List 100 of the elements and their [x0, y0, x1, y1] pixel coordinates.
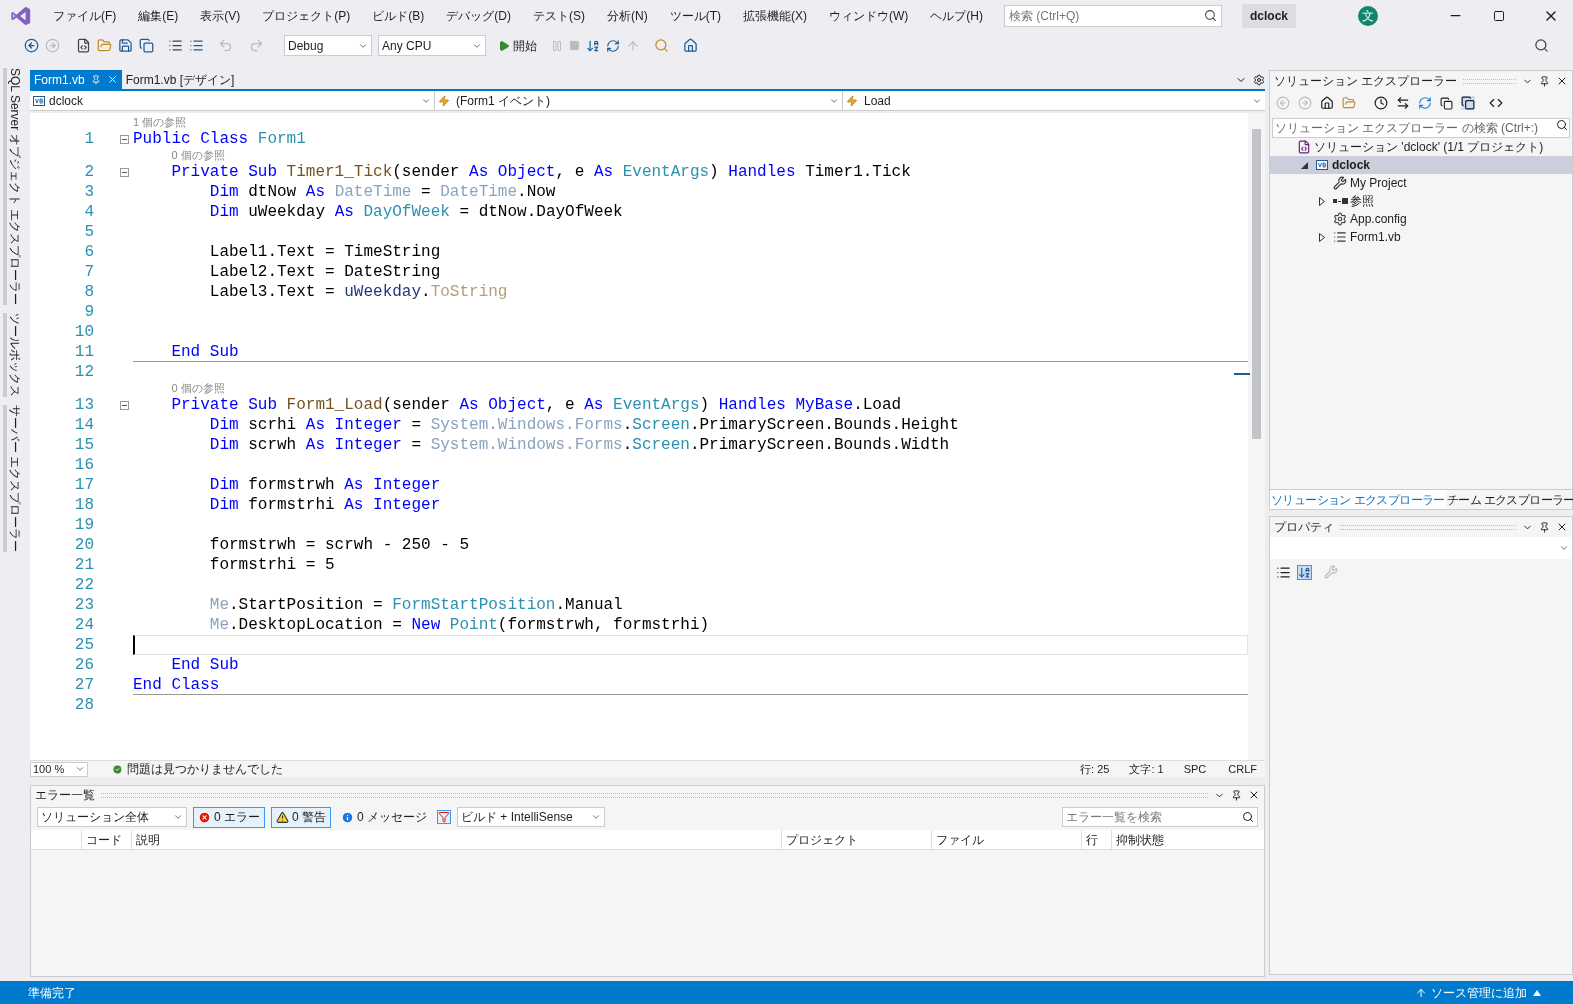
collapse-icon[interactable]: [120, 134, 129, 144]
search-icon: [1556, 119, 1568, 131]
line-number: 27: [73, 675, 94, 695]
switch-views-icon[interactable]: [1342, 96, 1356, 110]
column-header[interactable]: 行: [1081, 830, 1111, 849]
solution-search-field[interactable]: ソリューション エクスプローラー の検索 (Ctrl+:): [1272, 118, 1570, 138]
tree-item[interactable]: ソリューション 'dclock' (1/1 プロジェクト): [1270, 138, 1572, 156]
menu-item[interactable]: デバッグ(D): [435, 6, 522, 25]
settings-icon[interactable]: [1253, 74, 1265, 86]
menu-item[interactable]: 編集(E): [127, 6, 190, 25]
collapsed-arrow-icon[interactable]: [1319, 232, 1325, 242]
find-icon[interactable]: [654, 38, 669, 53]
filter-icon[interactable]: [437, 810, 452, 824]
collapse-icon[interactable]: [120, 400, 129, 410]
scrollbar[interactable]: [1248, 113, 1265, 760]
side-tab[interactable]: ツールボックス: [3, 312, 23, 397]
start-button[interactable]: 開始: [498, 36, 537, 55]
collapse-icon[interactable]: [120, 167, 129, 177]
menu-item[interactable]: ツール(T): [658, 6, 732, 25]
maximize-icon[interactable]: [1493, 9, 1505, 22]
errors-filter-button[interactable]: 0 エラー: [193, 806, 265, 828]
editor-tab[interactable]: Form1.vb: [30, 70, 122, 89]
side-tab[interactable]: SQL Server オブジェクト エクスプローラー: [3, 68, 23, 305]
editor-tab[interactable]: Form1.vb [デザイン]: [121, 70, 239, 89]
close-tab-icon[interactable]: [106, 74, 118, 85]
source-control-arrow-icon[interactable]: [1533, 989, 1541, 996]
close-icon[interactable]: [1556, 521, 1568, 533]
menu-item[interactable]: 拡張機能(X): [732, 6, 818, 25]
outdent-icon[interactable]: [168, 38, 183, 53]
open-folder-icon[interactable]: [97, 38, 112, 53]
sync-icon[interactable]: [1396, 96, 1410, 110]
line-number: 11: [73, 342, 94, 362]
member-dropdown[interactable]: Load: [843, 91, 1265, 110]
object-dropdown[interactable]: (Form1 イベント): [435, 91, 843, 110]
warnings-filter-button[interactable]: 0 警告: [271, 806, 331, 828]
wrench-icon: [1333, 176, 1347, 190]
column-indicator: 文字: 1: [1129, 761, 1164, 777]
menu-item[interactable]: テスト(S): [522, 6, 596, 25]
tree-item-label: dclock: [1332, 157, 1370, 174]
categorized-icon[interactable]: [1276, 564, 1291, 580]
column-header[interactable]: コード: [81, 830, 131, 849]
menu-item[interactable]: プロジェクト(P): [251, 6, 362, 25]
tree-item[interactable]: App.config: [1270, 210, 1572, 228]
tree-item[interactable]: 参照: [1270, 192, 1572, 210]
pin-icon[interactable]: [1539, 75, 1550, 87]
messages-filter-button[interactable]: 0 メッセージ: [337, 806, 432, 828]
menu-item[interactable]: 分析(N): [596, 6, 659, 25]
error-search-field[interactable]: エラー一覧を検索: [1062, 807, 1258, 827]
pending-changes-icon[interactable]: [1374, 96, 1388, 110]
menu-item[interactable]: ウィンドウ(W): [818, 6, 920, 25]
refresh-icon[interactable]: [1418, 96, 1432, 110]
code-line: Private Sub Timer1_Tick(sender As Object, e As EventArgs) Handles Timer1.Tick: [170, 162, 912, 182]
platform-dropdown[interactable]: Any CPU: [378, 35, 486, 56]
reference-count-hint[interactable]: 1 個の参照: [133, 116, 187, 129]
save-icon[interactable]: [118, 38, 133, 53]
collapsed-arrow-icon[interactable]: [1319, 196, 1325, 206]
line-indicator: 行: 25: [1080, 761, 1110, 777]
search-field[interactable]: 検索 (Ctrl+Q): [1004, 4, 1222, 27]
back-icon[interactable]: [24, 38, 39, 53]
home-icon[interactable]: [1320, 96, 1334, 110]
line-number: 14: [73, 415, 94, 435]
code-line: Public Class Form1: [133, 129, 307, 149]
close-icon[interactable]: [1248, 789, 1260, 801]
tree-item[interactable]: My Project: [1270, 174, 1572, 192]
project-dropdown[interactable]: dclock: [30, 91, 435, 110]
tree-item[interactable]: Form1.vb: [1270, 228, 1572, 246]
view-icon[interactable]: [683, 38, 698, 53]
pin-icon[interactable]: [1231, 789, 1242, 801]
feedback-icon[interactable]: [1534, 38, 1549, 53]
reference-count-hint[interactable]: 0 個の参照: [171, 382, 225, 395]
expanded-arrow-icon[interactable]: [1300, 161, 1308, 169]
panel-tab[interactable]: チーム エクスプローラー: [1445, 490, 1573, 509]
zoom-dropdown[interactable]: 100 %: [30, 761, 88, 777]
issues-status[interactable]: 問題は見つかりませんでした: [127, 760, 283, 778]
column-header[interactable]: 抑制状態: [1111, 830, 1251, 849]
source-dropdown[interactable]: ビルド + IntelliSense: [457, 807, 606, 827]
close-icon[interactable]: [1556, 75, 1568, 87]
side-tab[interactable]: サーバー エクスプローラー: [3, 404, 23, 553]
reference-count-hint[interactable]: 0 個の参照: [171, 149, 225, 162]
menu-item[interactable]: ヘルプ(H): [919, 6, 994, 25]
menu-item[interactable]: ビルド(B): [361, 6, 436, 25]
pin-icon[interactable]: [1539, 521, 1550, 533]
save-all-icon[interactable]: [139, 38, 154, 53]
menu-item[interactable]: 表示(V): [189, 6, 252, 25]
configuration-dropdown[interactable]: Debug: [284, 35, 372, 56]
tree-item[interactable]: dclock: [1270, 156, 1572, 174]
new-item-icon[interactable]: [76, 38, 91, 53]
column-header[interactable]: 説明: [131, 830, 781, 849]
indent-icon[interactable]: [189, 38, 204, 53]
account-avatar[interactable]: 文: [1358, 5, 1378, 26]
code-view-icon[interactable]: [1489, 96, 1503, 110]
menu-item[interactable]: ファイル(F): [42, 6, 128, 25]
collapse-all-icon[interactable]: [1440, 96, 1453, 110]
column-header[interactable]: プロジェクト: [781, 830, 931, 849]
column-header[interactable]: ファイル: [931, 830, 1081, 849]
panel-tab[interactable]: ソリューション エクスプローラー: [1270, 490, 1446, 509]
alphabetical-icon[interactable]: [1297, 564, 1312, 580]
scope-dropdown[interactable]: ソリューション全体: [37, 807, 187, 827]
source-control-button[interactable]: ソース管理に追加: [1431, 983, 1527, 1002]
show-all-files-icon[interactable]: [1461, 96, 1475, 110]
